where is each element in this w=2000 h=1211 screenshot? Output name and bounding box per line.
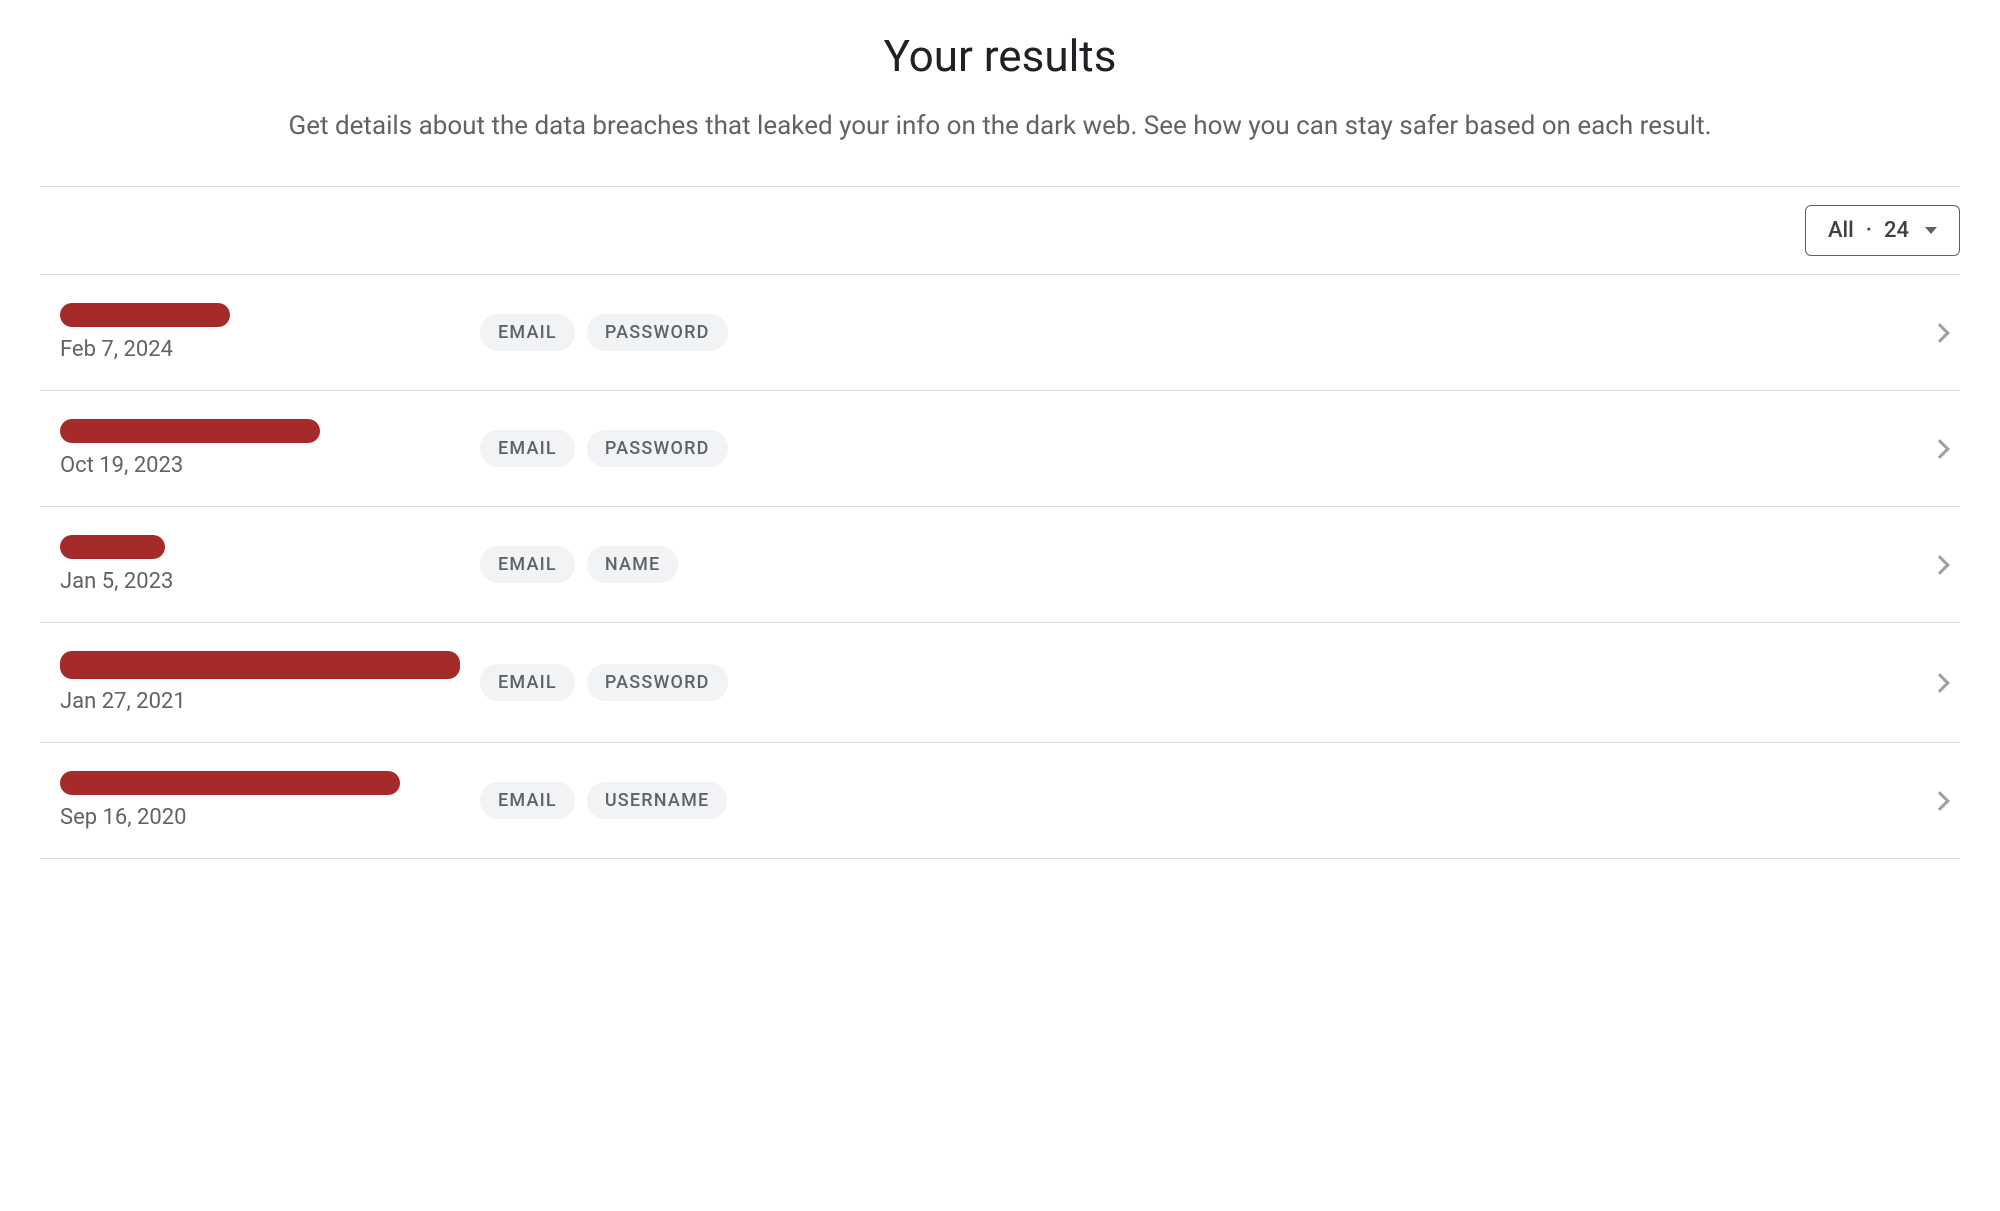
result-info: Jan 27, 2021 xyxy=(40,651,480,714)
result-info: Jan 5, 2023 xyxy=(40,535,480,594)
breach-name-redacted xyxy=(60,651,460,679)
breach-name-redacted xyxy=(60,535,165,559)
tag-email: EMAIL xyxy=(480,782,575,819)
result-info: Feb 7, 2024 xyxy=(40,303,480,362)
tag-email: EMAIL xyxy=(480,546,575,583)
row-expand[interactable] xyxy=(1920,326,1960,340)
breach-date: Feb 7, 2024 xyxy=(60,337,480,362)
row-expand[interactable] xyxy=(1920,442,1960,456)
breach-date: Sep 16, 2020 xyxy=(60,805,480,830)
filter-count: 24 xyxy=(1884,218,1909,243)
breach-result-row[interactable]: Jan 27, 2021 EMAIL PASSWORD xyxy=(40,623,1960,743)
breach-tags: EMAIL PASSWORD xyxy=(480,430,1920,467)
page-header: Your results Get details about the data … xyxy=(40,30,1960,146)
row-expand[interactable] xyxy=(1920,794,1960,808)
breach-name-redacted xyxy=(60,419,320,443)
tag-email: EMAIL xyxy=(480,664,575,701)
tag-email: EMAIL xyxy=(480,314,575,351)
breach-result-row[interactable]: Feb 7, 2024 EMAIL PASSWORD xyxy=(40,275,1960,391)
breach-tags: EMAIL PASSWORD xyxy=(480,314,1920,351)
breach-date: Jan 27, 2021 xyxy=(60,689,480,714)
chevron-right-icon xyxy=(1930,439,1950,459)
result-info: Sep 16, 2020 xyxy=(40,771,480,830)
filter-label-prefix: All xyxy=(1828,218,1854,243)
breach-name-redacted xyxy=(60,303,230,327)
result-info: Oct 19, 2023 xyxy=(40,419,480,478)
chevron-right-icon xyxy=(1930,323,1950,343)
row-expand[interactable] xyxy=(1920,676,1960,690)
tag-password: PASSWORD xyxy=(587,430,728,467)
tag-name: NAME xyxy=(587,546,679,583)
filter-dropdown[interactable]: All · 24 xyxy=(1805,205,1960,256)
breach-date: Jan 5, 2023 xyxy=(60,569,480,594)
page-title: Your results xyxy=(40,30,1960,82)
filter-bar: All · 24 xyxy=(40,186,1960,275)
page-subtitle: Get details about the data breaches that… xyxy=(100,107,1900,146)
breach-tags: EMAIL USERNAME xyxy=(480,782,1920,819)
tag-password: PASSWORD xyxy=(587,314,728,351)
breach-date: Oct 19, 2023 xyxy=(60,453,480,478)
results-list: Feb 7, 2024 EMAIL PASSWORD Oct 19, 2023 … xyxy=(40,275,1960,859)
breach-tags: EMAIL NAME xyxy=(480,546,1920,583)
breach-result-row[interactable]: Sep 16, 2020 EMAIL USERNAME xyxy=(40,743,1960,859)
breach-result-row[interactable]: Jan 5, 2023 EMAIL NAME xyxy=(40,507,1960,623)
breach-result-row[interactable]: Oct 19, 2023 EMAIL PASSWORD xyxy=(40,391,1960,507)
tag-username: USERNAME xyxy=(587,782,728,819)
chevron-right-icon xyxy=(1930,673,1950,693)
chevron-right-icon xyxy=(1930,791,1950,811)
results-container: Your results Get details about the data … xyxy=(40,30,1960,859)
breach-tags: EMAIL PASSWORD xyxy=(480,664,1920,701)
tag-password: PASSWORD xyxy=(587,664,728,701)
tag-email: EMAIL xyxy=(480,430,575,467)
chevron-right-icon xyxy=(1930,555,1950,575)
chevron-down-icon xyxy=(1925,227,1937,234)
filter-separator: · xyxy=(1866,218,1872,243)
row-expand[interactable] xyxy=(1920,558,1960,572)
breach-name-redacted xyxy=(60,771,400,795)
